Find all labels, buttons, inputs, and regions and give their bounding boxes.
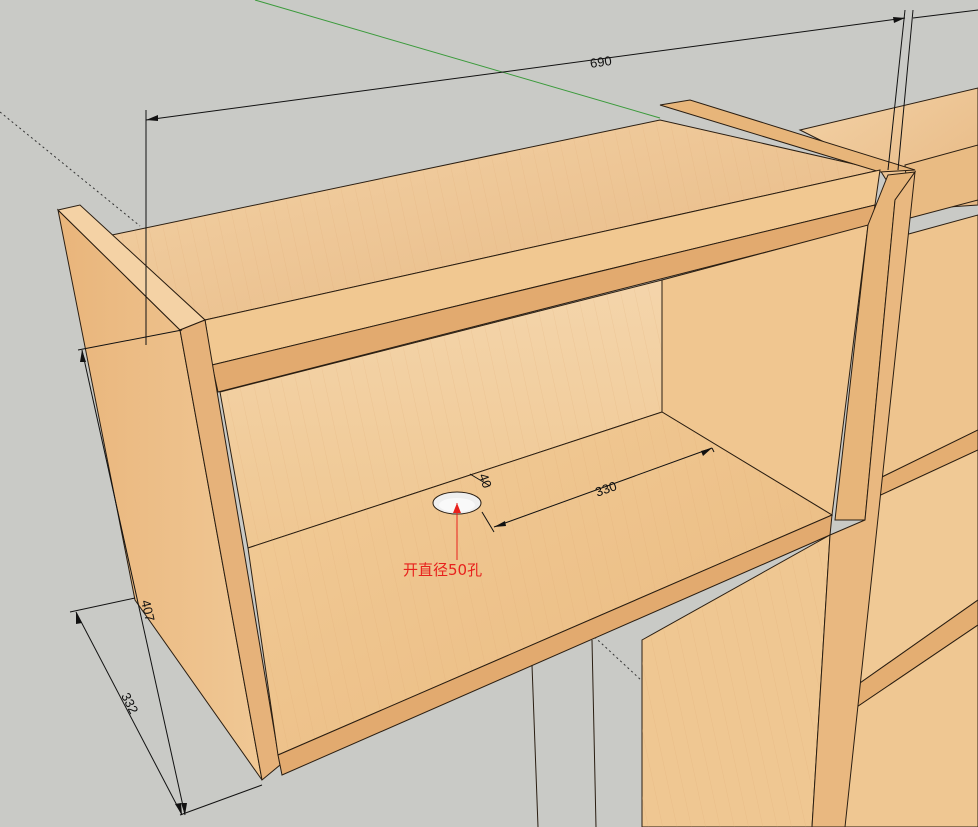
dimension-690-label: 690 — [589, 53, 612, 71]
hole-note-label: 开直径50孔 — [403, 561, 482, 579]
cabinet-drawing-canvas: 690 407 332 330 40 开直径50孔 — [0, 0, 978, 827]
dimension-332-label: 332 — [118, 690, 141, 716]
